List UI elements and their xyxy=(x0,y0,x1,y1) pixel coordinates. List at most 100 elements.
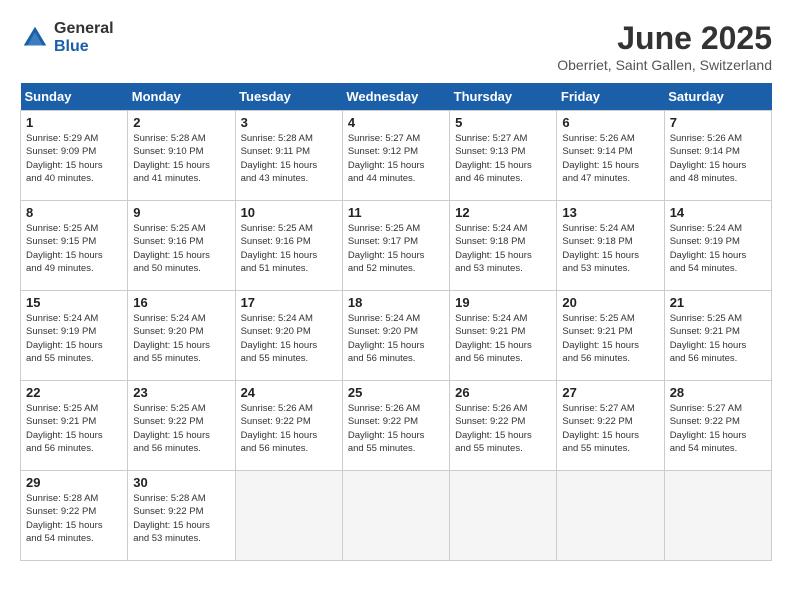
day-number: 19 xyxy=(455,295,551,310)
day-info: Sunrise: 5:25 AM Sunset: 9:16 PM Dayligh… xyxy=(133,222,229,275)
day-number: 4 xyxy=(348,115,444,130)
day-number: 10 xyxy=(241,205,337,220)
calendar-cell: 28 Sunrise: 5:27 AM Sunset: 9:22 PM Dayli… xyxy=(664,381,771,471)
day-info: Sunrise: 5:24 AM Sunset: 9:18 PM Dayligh… xyxy=(562,222,658,275)
day-info: Sunrise: 5:26 AM Sunset: 9:14 PM Dayligh… xyxy=(670,132,766,185)
calendar-week-4: 22 Sunrise: 5:25 AM Sunset: 9:21 PM Dayli… xyxy=(21,381,772,471)
day-number: 5 xyxy=(455,115,551,130)
day-info: Sunrise: 5:25 AM Sunset: 9:22 PM Dayligh… xyxy=(133,402,229,455)
day-info: Sunrise: 5:24 AM Sunset: 9:19 PM Dayligh… xyxy=(26,312,122,365)
day-header-thursday: Thursday xyxy=(450,83,557,111)
calendar-cell xyxy=(342,471,449,561)
day-info: Sunrise: 5:27 AM Sunset: 9:13 PM Dayligh… xyxy=(455,132,551,185)
day-info: Sunrise: 5:26 AM Sunset: 9:22 PM Dayligh… xyxy=(348,402,444,455)
calendar-cell: 7 Sunrise: 5:26 AM Sunset: 9:14 PM Daylig… xyxy=(664,111,771,201)
calendar-cell xyxy=(450,471,557,561)
calendar-cell: 22 Sunrise: 5:25 AM Sunset: 9:21 PM Dayli… xyxy=(21,381,128,471)
calendar-cell: 19 Sunrise: 5:24 AM Sunset: 9:21 PM Dayli… xyxy=(450,291,557,381)
calendar-cell xyxy=(664,471,771,561)
day-header-saturday: Saturday xyxy=(664,83,771,111)
calendar-cell: 14 Sunrise: 5:24 AM Sunset: 9:19 PM Dayli… xyxy=(664,201,771,291)
day-info: Sunrise: 5:24 AM Sunset: 9:18 PM Dayligh… xyxy=(455,222,551,275)
calendar-cell: 20Sunrise: 5:25 AM Sunset: 9:21 PM Dayli… xyxy=(557,291,664,381)
calendar-cell: 16Sunrise: 5:24 AM Sunset: 9:20 PM Dayli… xyxy=(128,291,235,381)
day-header-tuesday: Tuesday xyxy=(235,83,342,111)
calendar-table: SundayMondayTuesdayWednesdayThursdayFrid… xyxy=(20,83,772,561)
day-info: Sunrise: 5:24 AM Sunset: 9:19 PM Dayligh… xyxy=(670,222,766,275)
calendar-cell: 11Sunrise: 5:25 AM Sunset: 9:17 PM Dayli… xyxy=(342,201,449,291)
day-header-monday: Monday xyxy=(128,83,235,111)
day-header-sunday: Sunday xyxy=(21,83,128,111)
calendar-cell: 6 Sunrise: 5:26 AM Sunset: 9:14 PM Daylig… xyxy=(557,111,664,201)
day-info: Sunrise: 5:28 AM Sunset: 9:10 PM Dayligh… xyxy=(133,132,229,185)
day-number: 28 xyxy=(670,385,766,400)
day-info: Sunrise: 5:28 AM Sunset: 9:22 PM Dayligh… xyxy=(133,492,229,545)
calendar-week-1: 1Sunrise: 5:29 AM Sunset: 9:09 PM Daylig… xyxy=(21,111,772,201)
day-number: 26 xyxy=(455,385,551,400)
day-number: 1 xyxy=(26,115,122,130)
day-info: Sunrise: 5:27 AM Sunset: 9:22 PM Dayligh… xyxy=(562,402,658,455)
logo: General Blue xyxy=(20,20,114,55)
calendar-header-row: SundayMondayTuesdayWednesdayThursdayFrid… xyxy=(21,83,772,111)
calendar-cell: 5 Sunrise: 5:27 AM Sunset: 9:13 PM Daylig… xyxy=(450,111,557,201)
day-info: Sunrise: 5:24 AM Sunset: 9:21 PM Dayligh… xyxy=(455,312,551,365)
day-number: 20 xyxy=(562,295,658,310)
day-number: 12 xyxy=(455,205,551,220)
day-info: Sunrise: 5:24 AM Sunset: 9:20 PM Dayligh… xyxy=(133,312,229,365)
day-number: 22 xyxy=(26,385,122,400)
day-header-friday: Friday xyxy=(557,83,664,111)
calendar-cell: 30Sunrise: 5:28 AM Sunset: 9:22 PM Dayli… xyxy=(128,471,235,561)
calendar-week-2: 8Sunrise: 5:25 AM Sunset: 9:15 PM Daylig… xyxy=(21,201,772,291)
day-number: 3 xyxy=(241,115,337,130)
calendar-cell: 10 Sunrise: 5:25 AM Sunset: 9:16 PM Dayli… xyxy=(235,201,342,291)
day-info: Sunrise: 5:27 AM Sunset: 9:22 PM Dayligh… xyxy=(670,402,766,455)
day-number: 15 xyxy=(26,295,122,310)
calendar-cell: 3Sunrise: 5:28 AM Sunset: 9:11 PM Daylig… xyxy=(235,111,342,201)
day-info: Sunrise: 5:25 AM Sunset: 9:21 PM Dayligh… xyxy=(26,402,122,455)
page-header: General Blue June 2025 Oberriet, Saint G… xyxy=(20,20,772,73)
day-number: 6 xyxy=(562,115,658,130)
calendar-cell: 27 Sunrise: 5:27 AM Sunset: 9:22 PM Dayli… xyxy=(557,381,664,471)
day-number: 27 xyxy=(562,385,658,400)
day-info: Sunrise: 5:24 AM Sunset: 9:20 PM Dayligh… xyxy=(348,312,444,365)
calendar-cell: 8Sunrise: 5:25 AM Sunset: 9:15 PM Daylig… xyxy=(21,201,128,291)
day-number: 13 xyxy=(562,205,658,220)
day-info: Sunrise: 5:26 AM Sunset: 9:14 PM Dayligh… xyxy=(562,132,658,185)
logo-blue: Blue xyxy=(54,38,114,56)
day-info: Sunrise: 5:26 AM Sunset: 9:22 PM Dayligh… xyxy=(455,402,551,455)
day-number: 24 xyxy=(241,385,337,400)
day-number: 29 xyxy=(26,475,122,490)
calendar-cell: 25Sunrise: 5:26 AM Sunset: 9:22 PM Dayli… xyxy=(342,381,449,471)
calendar-week-3: 15 Sunrise: 5:24 AM Sunset: 9:19 PM Dayli… xyxy=(21,291,772,381)
calendar-cell: 15 Sunrise: 5:24 AM Sunset: 9:19 PM Dayli… xyxy=(21,291,128,381)
day-info: Sunrise: 5:28 AM Sunset: 9:22 PM Dayligh… xyxy=(26,492,122,545)
calendar-cell xyxy=(235,471,342,561)
calendar-cell: 9Sunrise: 5:25 AM Sunset: 9:16 PM Daylig… xyxy=(128,201,235,291)
day-info: Sunrise: 5:27 AM Sunset: 9:12 PM Dayligh… xyxy=(348,132,444,185)
calendar-cell: 29 Sunrise: 5:28 AM Sunset: 9:22 PM Dayli… xyxy=(21,471,128,561)
day-number: 14 xyxy=(670,205,766,220)
logo-general: General xyxy=(54,20,114,38)
day-number: 18 xyxy=(348,295,444,310)
calendar-cell: 1Sunrise: 5:29 AM Sunset: 9:09 PM Daylig… xyxy=(21,111,128,201)
calendar-cell: 17 Sunrise: 5:24 AM Sunset: 9:20 PM Dayli… xyxy=(235,291,342,381)
calendar-subtitle: Oberriet, Saint Gallen, Switzerland xyxy=(557,57,772,73)
day-info: Sunrise: 5:24 AM Sunset: 9:20 PM Dayligh… xyxy=(241,312,337,365)
logo-icon xyxy=(20,23,50,53)
day-number: 17 xyxy=(241,295,337,310)
calendar-cell: 12 Sunrise: 5:24 AM Sunset: 9:18 PM Dayli… xyxy=(450,201,557,291)
calendar-cell: 2 Sunrise: 5:28 AM Sunset: 9:10 PM Daylig… xyxy=(128,111,235,201)
day-number: 7 xyxy=(670,115,766,130)
calendar-cell: 23 Sunrise: 5:25 AM Sunset: 9:22 PM Dayli… xyxy=(128,381,235,471)
day-number: 2 xyxy=(133,115,229,130)
calendar-body: 1Sunrise: 5:29 AM Sunset: 9:09 PM Daylig… xyxy=(21,111,772,561)
calendar-cell: 24 Sunrise: 5:26 AM Sunset: 9:22 PM Dayli… xyxy=(235,381,342,471)
day-info: Sunrise: 5:25 AM Sunset: 9:15 PM Dayligh… xyxy=(26,222,122,275)
day-number: 21 xyxy=(670,295,766,310)
title-area: June 2025 Oberriet, Saint Gallen, Switze… xyxy=(557,20,772,73)
day-number: 23 xyxy=(133,385,229,400)
day-info: Sunrise: 5:26 AM Sunset: 9:22 PM Dayligh… xyxy=(241,402,337,455)
day-info: Sunrise: 5:25 AM Sunset: 9:16 PM Dayligh… xyxy=(241,222,337,275)
day-number: 11 xyxy=(348,205,444,220)
calendar-cell: 13 Sunrise: 5:24 AM Sunset: 9:18 PM Dayli… xyxy=(557,201,664,291)
